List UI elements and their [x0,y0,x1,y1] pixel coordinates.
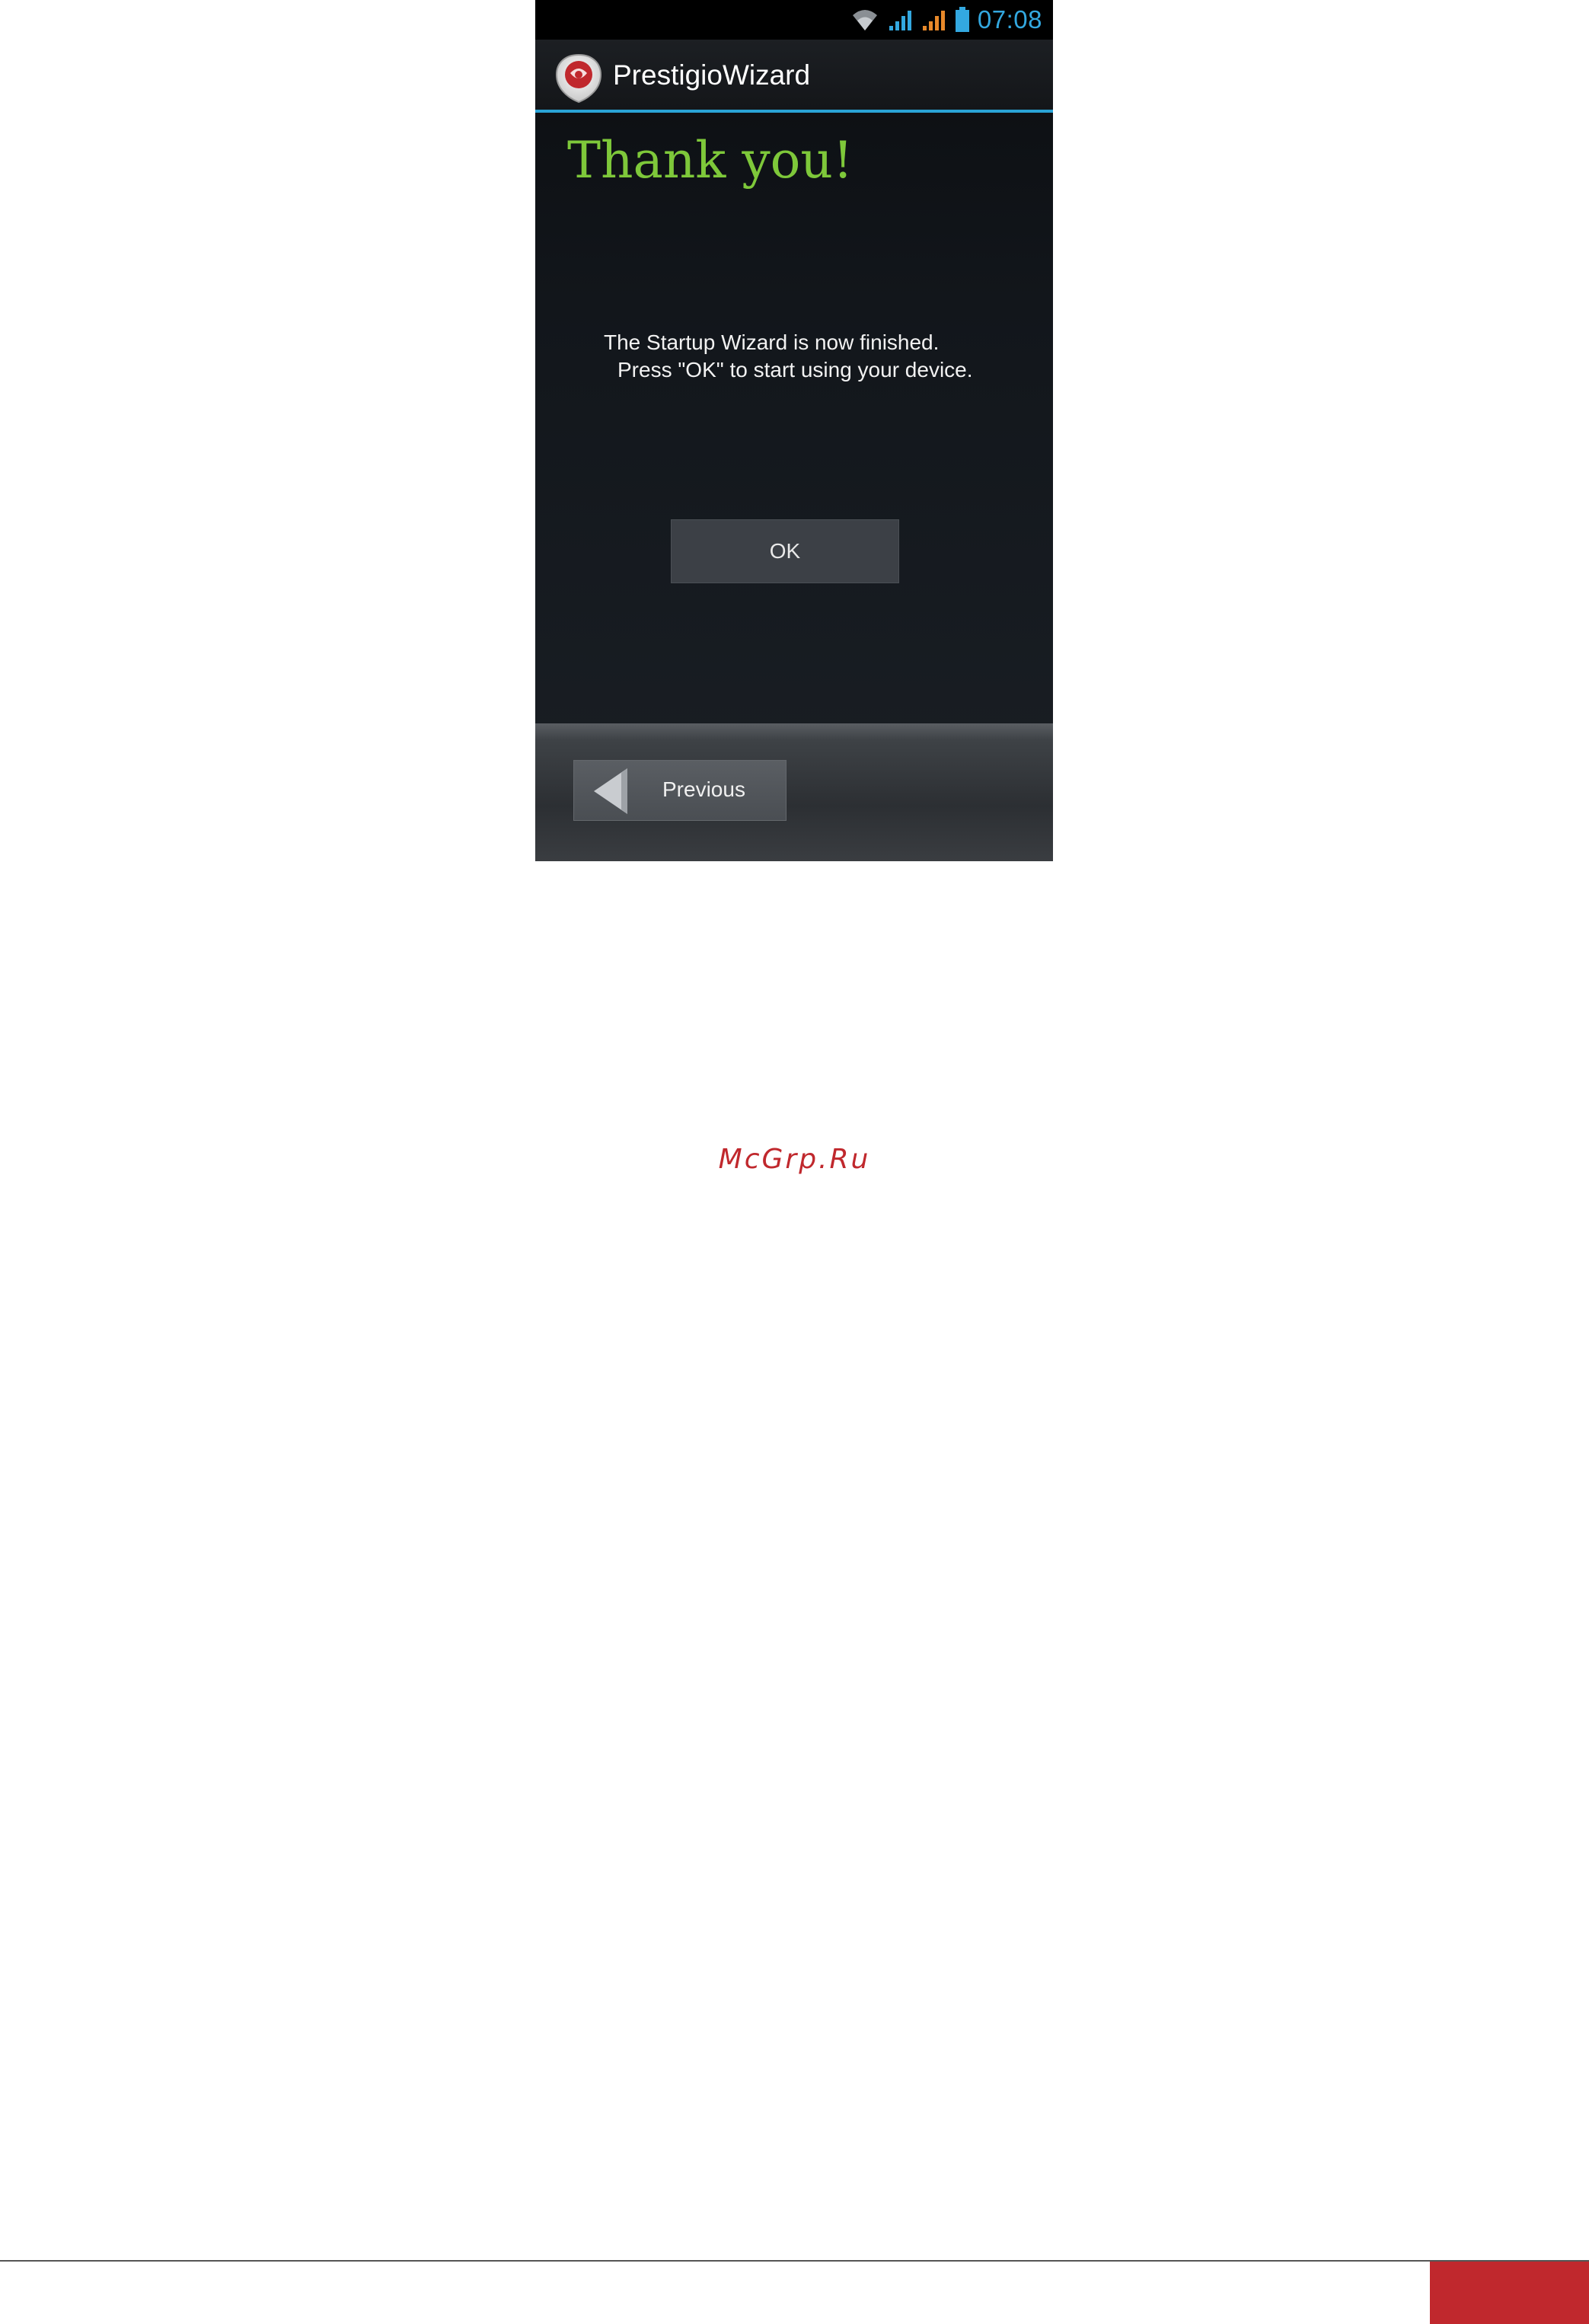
navigation-bar: Previous [535,723,1053,861]
footer-tab [1430,2262,1589,2324]
action-bar: PrestigioWizard [535,40,1053,113]
battery-icon [955,7,969,32]
app-title: PrestigioWizard [613,59,811,91]
watermark: McGrp.Ru [718,1144,871,1175]
message-line-1: The Startup Wizard is now finished. [604,330,940,354]
ok-button-label: OK [769,539,801,563]
status-icons: 07:08 [850,3,1042,37]
message-line-2: Press "OK" to start using your device. [617,358,973,381]
previous-button[interactable]: Previous [573,760,787,821]
page-heading: Thank you! [567,131,854,190]
status-bar: 07:08 [535,0,1053,40]
phone-screenshot: 07:08 PrestigioWizard Thank you! The Sta… [535,0,1053,861]
signal-icon-1 [889,11,911,30]
prestigio-logo-icon[interactable] [554,53,604,104]
previous-button-label: Previous [662,777,745,801]
footer-divider [0,2260,1589,2262]
wifi-icon [852,10,877,30]
signal-icon-2 [922,11,945,30]
manual-page: 07:08 PrestigioWizard Thank you! The Sta… [0,0,1589,2324]
ok-button[interactable]: OK [671,519,899,583]
back-arrow-icon [594,768,627,814]
status-time: 07:08 [977,5,1042,34]
